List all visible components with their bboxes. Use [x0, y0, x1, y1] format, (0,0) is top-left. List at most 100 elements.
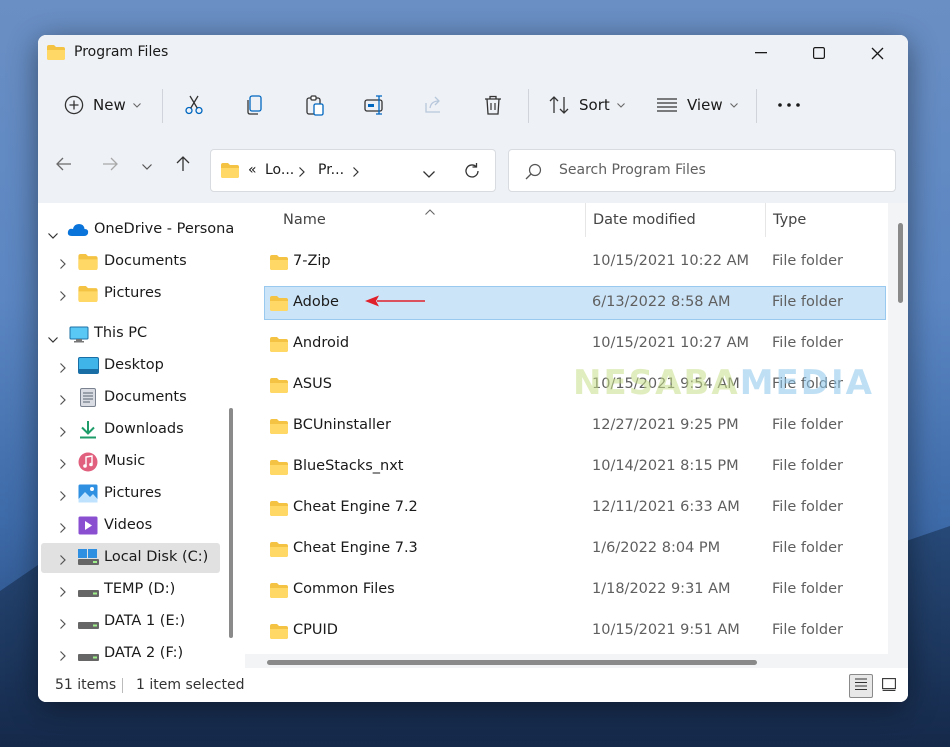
file-row[interactable]: Android 10/15/2021 10:27 AM File folder — [264, 327, 886, 361]
file-row[interactable]: BCUninstaller 12/27/2021 9:25 PM File fo… — [264, 409, 886, 443]
close-button[interactable] — [848, 35, 906, 71]
chevron-right-icon[interactable] — [60, 257, 66, 273]
file-type: File folder — [772, 294, 843, 310]
file-date: 12/27/2021 9:25 PM — [592, 417, 739, 433]
file-row[interactable]: Cheat Engine 7.3 1/6/2022 8:04 PM File f… — [264, 532, 886, 566]
chevron-down-icon[interactable] — [48, 227, 58, 243]
folder-icon — [270, 378, 288, 397]
sidebar-item-local-disk-c[interactable]: Local Disk (C:) — [41, 543, 220, 573]
column-divider[interactable] — [585, 203, 586, 237]
sidebar-scrollbar[interactable] — [229, 408, 233, 638]
file-row[interactable]: Common Files 1/18/2022 9:31 AM File fold… — [264, 573, 886, 607]
view-label: View — [687, 96, 723, 114]
chevron-right-icon[interactable] — [60, 617, 66, 633]
share-button[interactable] — [424, 79, 444, 131]
horizontal-scrollbar[interactable] — [267, 660, 757, 665]
chevron-right-icon[interactable] — [353, 165, 359, 181]
chevron-right-icon[interactable] — [60, 553, 66, 569]
sidebar-item-label: Pictures — [104, 285, 162, 301]
chevron-right-icon[interactable] — [60, 585, 66, 601]
chevron-right-icon[interactable] — [60, 457, 66, 473]
file-date: 1/6/2022 8:04 PM — [592, 540, 721, 556]
file-type: File folder — [772, 622, 843, 638]
chevron-right-icon[interactable] — [60, 393, 66, 409]
toolbar-divider — [756, 89, 757, 123]
maximize-button[interactable] — [790, 35, 848, 71]
more-options-button[interactable] — [778, 79, 800, 131]
scissors-icon — [184, 95, 204, 115]
breadcrumb-item[interactable]: Lo... — [265, 162, 294, 178]
cut-button[interactable] — [184, 79, 204, 131]
copy-button[interactable] — [245, 79, 265, 131]
copy-icon — [245, 95, 265, 115]
details-view-button[interactable] — [849, 674, 873, 698]
sidebar-item-desktop[interactable]: Desktop — [38, 351, 223, 381]
tiles-view-icon — [882, 677, 896, 695]
minimize-button[interactable] — [732, 35, 790, 71]
address-bar[interactable]: « Lo... Pr... — [210, 149, 496, 192]
file-name: 7-Zip — [293, 253, 331, 269]
sidebar-item-music[interactable]: Music — [38, 447, 223, 477]
column-header-name[interactable]: Name — [283, 212, 326, 228]
back-button[interactable] — [47, 149, 81, 183]
sidebar-item-temp-d[interactable]: TEMP (D:) — [38, 575, 223, 605]
address-history-chevron-icon[interactable] — [423, 166, 435, 182]
recent-locations-button[interactable] — [130, 149, 164, 183]
chevron-right-icon[interactable] — [299, 165, 305, 181]
file-type: File folder — [772, 335, 843, 351]
breadcrumb-overflow[interactable]: « — [248, 162, 257, 178]
up-button[interactable] — [166, 149, 200, 183]
toolbar-divider — [528, 89, 529, 123]
sidebar-item-data-2-f[interactable]: DATA 2 (F:) — [38, 639, 223, 668]
folder-icon — [78, 286, 98, 306]
sort-button[interactable]: Sort — [548, 79, 625, 131]
breadcrumb-item[interactable]: Pr... — [318, 162, 344, 178]
sidebar-item-videos[interactable]: Videos — [38, 511, 223, 541]
sidebar-item-data-1-e[interactable]: DATA 1 (E:) — [38, 607, 223, 637]
file-date: 6/13/2022 8:58 AM — [592, 294, 731, 310]
tiles-view-button[interactable] — [877, 674, 901, 698]
sidebar-item-downloads[interactable]: Downloads — [38, 415, 223, 445]
paste-button[interactable] — [305, 79, 325, 131]
file-row[interactable]: 7-Zip 10/15/2021 10:22 AM File folder — [264, 245, 886, 279]
sidebar-item-label: This PC — [94, 325, 148, 341]
chevron-down-icon[interactable] — [48, 331, 58, 347]
sort-ascending-icon — [425, 203, 435, 219]
forward-button[interactable] — [93, 149, 127, 183]
view-button[interactable]: View — [656, 79, 738, 131]
title-bar[interactable]: Program Files — [38, 35, 908, 71]
column-header-type[interactable]: Type — [773, 212, 806, 228]
chevron-right-icon[interactable] — [60, 425, 66, 441]
clipboard-icon — [305, 94, 325, 116]
sidebar-item-label: Documents — [104, 389, 187, 405]
sidebar-item-this-pc[interactable]: This PC — [38, 319, 223, 349]
window-title: Program Files — [74, 44, 169, 60]
refresh-icon[interactable] — [463, 162, 481, 184]
sidebar-item-onedrive-documents[interactable]: Documents — [38, 247, 223, 277]
drive-icon — [78, 650, 99, 666]
delete-button[interactable] — [484, 79, 502, 131]
sidebar-item-documents[interactable]: Documents — [38, 383, 223, 413]
vertical-scrollbar[interactable] — [898, 223, 903, 303]
search-box[interactable]: Search Program Files — [508, 149, 896, 192]
file-row[interactable]: CPUID 10/15/2021 9:51 AM File folder — [264, 614, 886, 648]
rename-button[interactable] — [364, 79, 386, 131]
search-input[interactable]: Search Program Files — [559, 162, 706, 178]
sidebar-item-pictures[interactable]: Pictures — [38, 479, 223, 509]
chevron-right-icon[interactable] — [60, 289, 66, 305]
sidebar-item-onedrive[interactable]: OneDrive - Persona — [38, 215, 234, 245]
column-header-date[interactable]: Date modified — [593, 212, 696, 228]
file-type: File folder — [772, 499, 843, 515]
sidebar-item-onedrive-pictures[interactable]: Pictures — [38, 279, 223, 309]
file-row-selected[interactable]: Adobe 6/13/2022 8:58 AM File folder — [264, 286, 886, 320]
chevron-right-icon[interactable] — [60, 361, 66, 377]
file-row[interactable]: BlueStacks_nxt 10/14/2021 8:15 PM File f… — [264, 450, 886, 484]
folder-icon — [78, 254, 98, 274]
chevron-right-icon[interactable] — [60, 649, 66, 665]
chevron-right-icon[interactable] — [60, 521, 66, 537]
file-row[interactable]: Cheat Engine 7.2 12/11/2021 6:33 AM File… — [264, 491, 886, 525]
column-divider[interactable] — [765, 203, 766, 237]
chevron-right-icon[interactable] — [60, 489, 66, 505]
new-button[interactable]: New — [64, 79, 141, 131]
command-bar: New Sort View — [38, 79, 908, 131]
